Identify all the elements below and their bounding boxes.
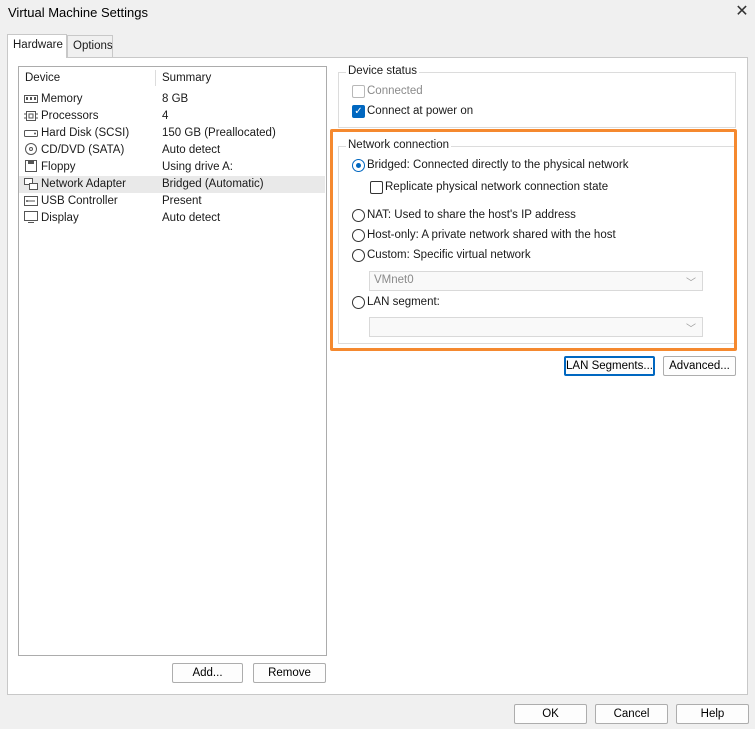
lan-segments-button[interactable]: LAN Segments... xyxy=(564,356,655,376)
column-divider[interactable] xyxy=(155,70,156,86)
device-summary: Auto detect xyxy=(162,144,221,156)
connect-power-checkbox[interactable]: ✓ xyxy=(352,105,365,118)
connected-label: Connected xyxy=(367,85,423,97)
replicate-checkbox[interactable] xyxy=(370,181,383,194)
device-status-title: Device status xyxy=(346,65,420,77)
device-summary: Auto detect xyxy=(162,212,221,224)
device-name: Memory xyxy=(41,93,83,105)
device-row-cd-dvd[interactable]: CD/DVD (SATA) Auto detect xyxy=(19,142,325,159)
device-row-display[interactable]: Display Auto detect xyxy=(19,210,325,227)
help-button[interactable]: Help xyxy=(676,704,749,724)
lan-segment-radio[interactable] xyxy=(352,296,365,309)
hostonly-label: Host-only: A private network shared with… xyxy=(367,229,616,241)
chevron-down-icon: ﹀ xyxy=(686,278,696,289)
tab-options[interactable]: Options xyxy=(67,35,113,57)
network-connection-group xyxy=(338,146,736,344)
cd-dvd-icon xyxy=(25,143,37,155)
window-title: Virtual Machine Settings xyxy=(8,5,148,20)
advanced-button[interactable]: Advanced... xyxy=(663,356,736,376)
custom-label: Custom: Specific virtual network xyxy=(367,249,531,261)
display-icon xyxy=(24,211,38,223)
processor-icon xyxy=(24,111,38,121)
lan-segment-select[interactable]: ﹀ xyxy=(369,317,703,337)
close-icon[interactable]: ✕ xyxy=(731,1,753,23)
network-connection-title: Network connection xyxy=(346,139,451,151)
device-summary: 4 xyxy=(162,110,169,122)
device-row-processors[interactable]: Processors 4 xyxy=(19,108,325,125)
device-name: Processors xyxy=(41,110,99,122)
device-column-header[interactable]: Device xyxy=(25,72,60,84)
custom-radio[interactable] xyxy=(352,249,365,262)
bridged-label: Bridged: Connected directly to the physi… xyxy=(367,159,629,171)
device-row-network-adapter[interactable]: Network Adapter Bridged (Automatic) xyxy=(19,176,325,193)
nat-label: NAT: Used to share the host's IP address xyxy=(367,209,576,221)
floppy-icon xyxy=(25,160,37,172)
device-name: Display xyxy=(41,212,79,224)
device-summary: 150 GB (Preallocated) xyxy=(162,127,276,139)
hostonly-radio[interactable] xyxy=(352,229,365,242)
memory-icon xyxy=(24,95,38,103)
device-row-hard-disk[interactable]: Hard Disk (SCSI) 150 GB (Preallocated) xyxy=(19,125,325,142)
device-name: USB Controller xyxy=(41,195,118,207)
device-summary: Present xyxy=(162,195,202,207)
device-row-floppy[interactable]: Floppy Using drive A: xyxy=(19,159,325,176)
device-status-group xyxy=(338,72,736,128)
device-name: CD/DVD (SATA) xyxy=(41,144,125,156)
remove-button[interactable]: Remove xyxy=(253,663,326,683)
device-row-usb-controller[interactable]: USB Controller Present xyxy=(19,193,325,210)
hard-disk-icon xyxy=(24,130,38,137)
device-name: Network Adapter xyxy=(41,178,127,190)
summary-column-header[interactable]: Summary xyxy=(162,72,211,84)
add-button[interactable]: Add... xyxy=(172,663,243,683)
device-name: Hard Disk (SCSI) xyxy=(41,127,130,139)
device-summary: Using drive A: xyxy=(162,161,233,173)
tab-hardware[interactable]: Hardware xyxy=(7,34,67,58)
nat-radio[interactable] xyxy=(352,209,365,222)
device-row-memory[interactable]: Memory 8 GB xyxy=(19,91,325,108)
connected-checkbox[interactable] xyxy=(352,85,365,98)
ok-button[interactable]: OK xyxy=(514,704,587,724)
chevron-down-icon: ﹀ xyxy=(686,324,696,335)
replicate-label: Replicate physical network connection st… xyxy=(385,181,609,193)
device-summary: Bridged (Automatic) xyxy=(162,178,264,190)
network-adapter-icon xyxy=(24,178,38,190)
bridged-radio[interactable] xyxy=(352,159,365,172)
usb-icon xyxy=(24,196,38,206)
device-name: Floppy xyxy=(41,161,76,173)
device-summary: 8 GB xyxy=(162,93,189,105)
cancel-button[interactable]: Cancel xyxy=(595,704,668,724)
connect-power-label: Connect at power on xyxy=(367,105,474,117)
custom-network-select[interactable]: VMnet0 ﹀ xyxy=(369,271,703,291)
custom-network-value: VMnet0 xyxy=(374,274,414,286)
lan-segment-label: LAN segment: xyxy=(367,296,440,308)
